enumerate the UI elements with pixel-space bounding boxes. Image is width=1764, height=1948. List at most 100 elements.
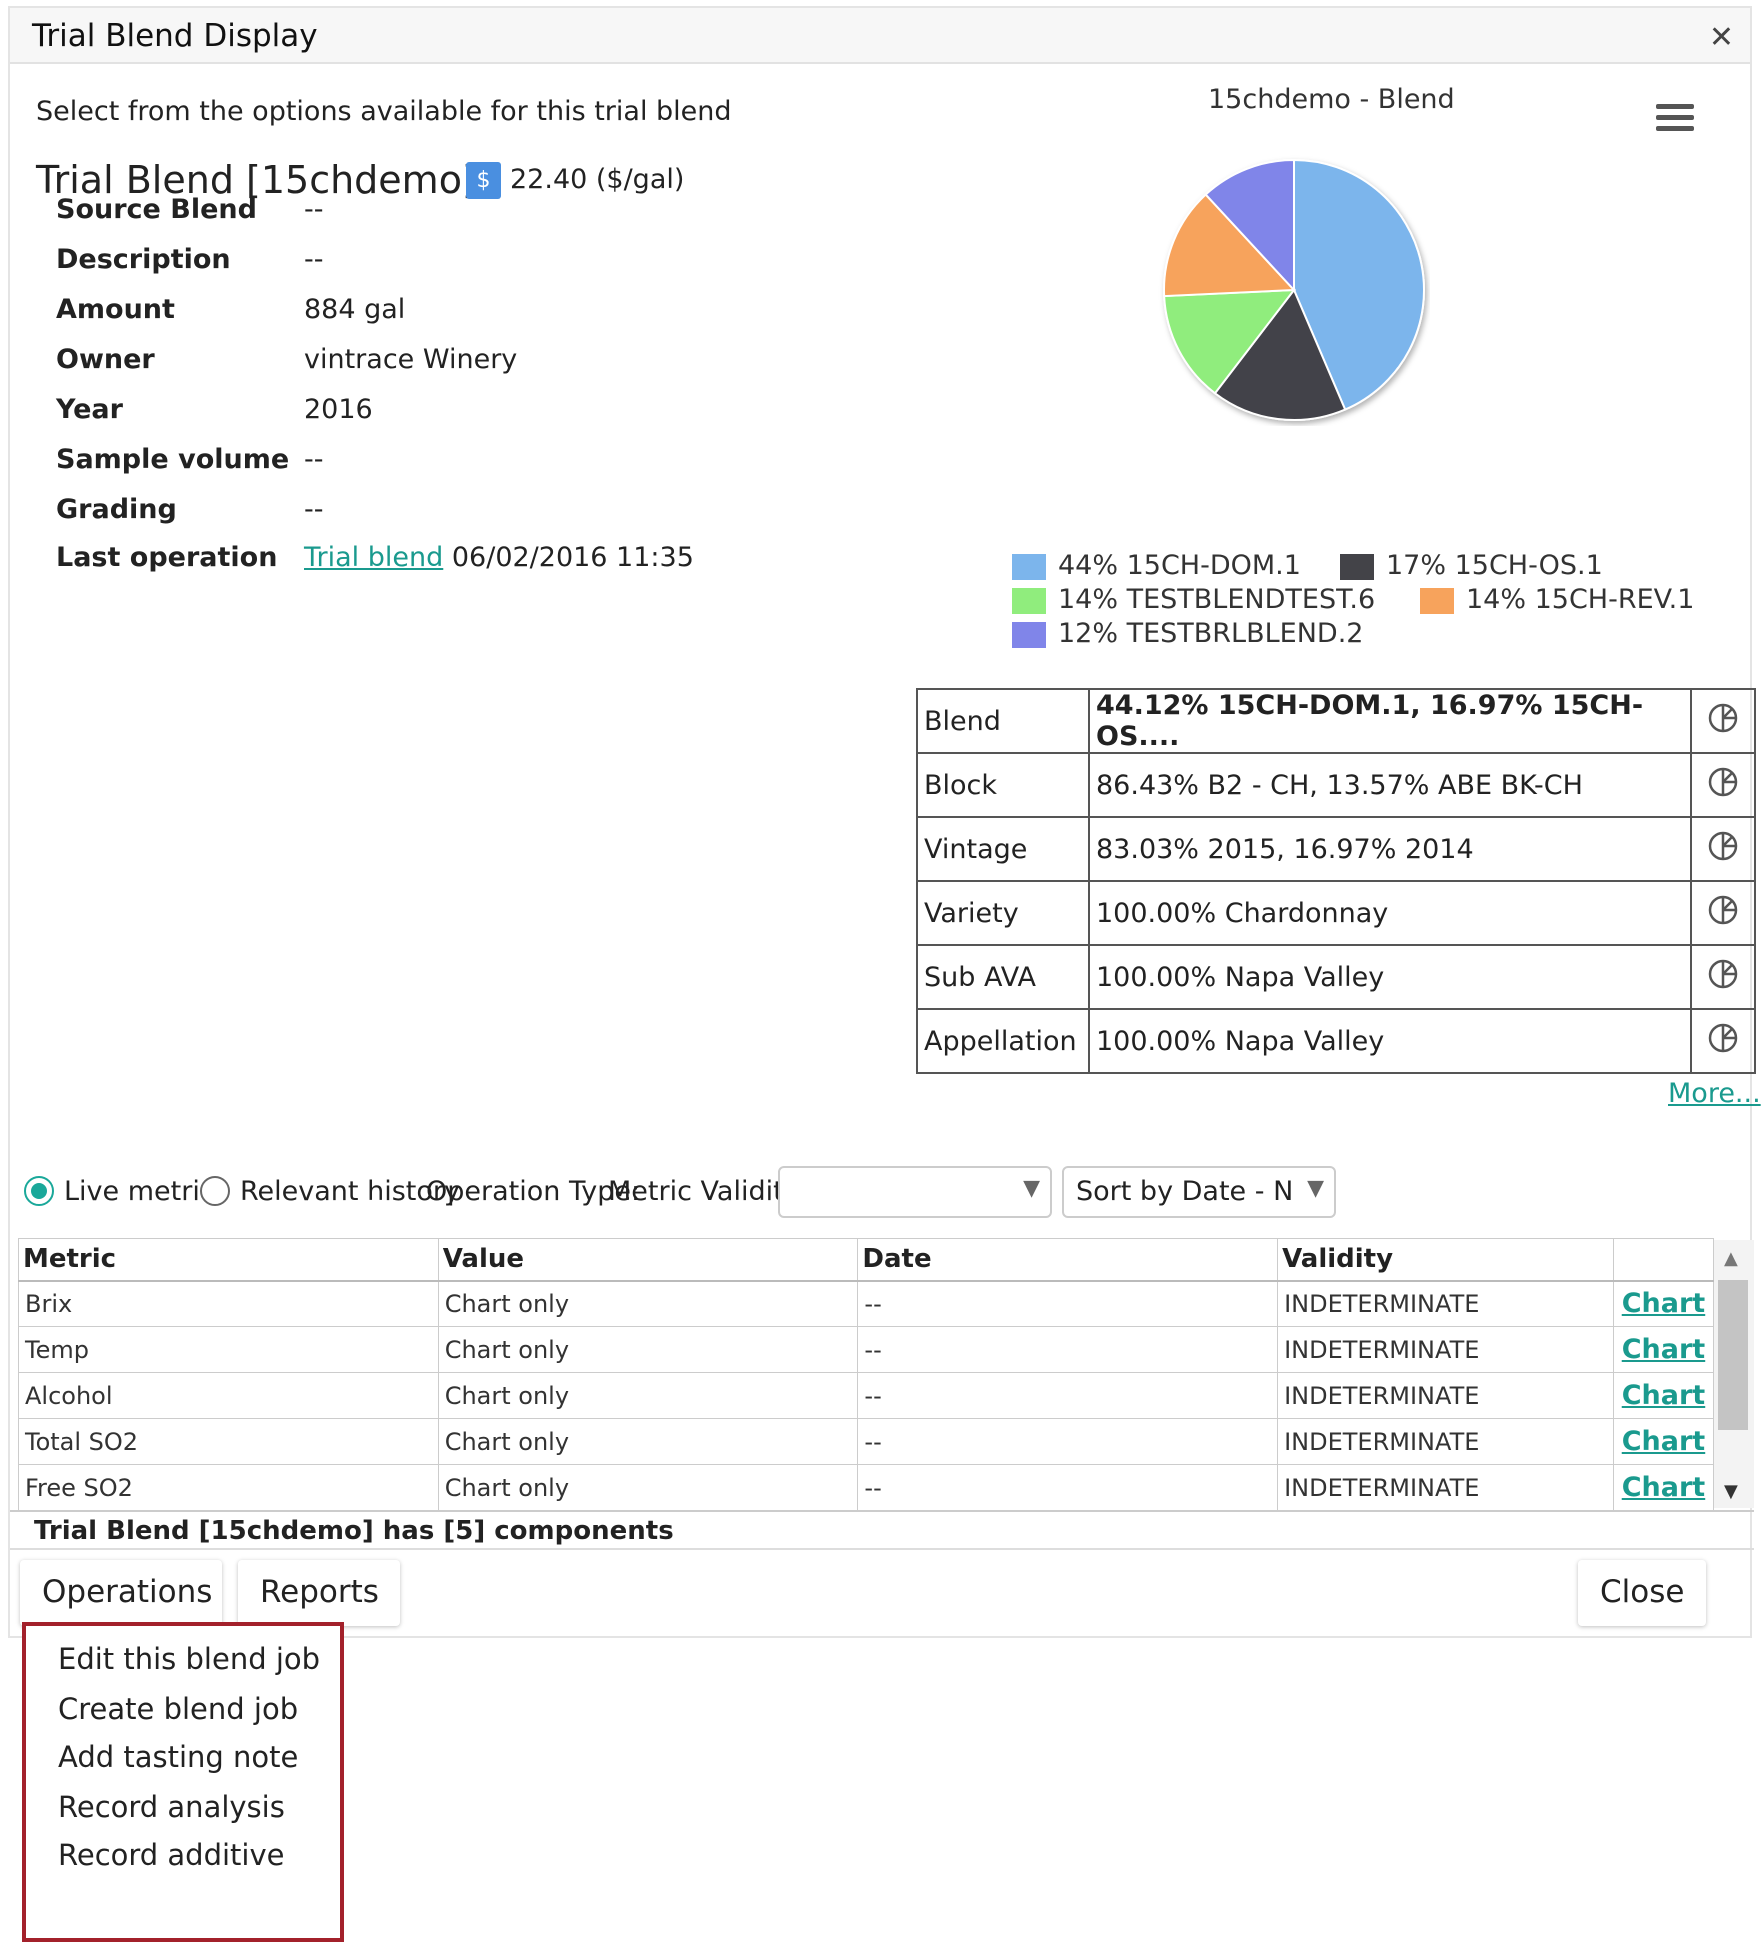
- metric-cell: Alcohol: [18, 1372, 439, 1419]
- column-header[interactable]: Metric: [18, 1238, 439, 1282]
- column-header[interactable]: Value: [437, 1238, 859, 1282]
- metric-cell: Free SO2: [18, 1464, 439, 1511]
- operations-button-label: Operations: [42, 1574, 213, 1610]
- scroll-thumb[interactable]: [1718, 1280, 1748, 1430]
- validity-cell: INDETERMINATE: [1277, 1418, 1614, 1465]
- column-header[interactable]: Date: [857, 1238, 1279, 1282]
- field-value: --: [304, 444, 324, 475]
- legend-item[interactable]: 44% 15CH-DOM.1: [1058, 550, 1301, 581]
- field-label: Owner: [56, 344, 155, 375]
- composition-key: Variety: [916, 880, 1090, 946]
- metrics-scrollbar[interactable]: ▲ ▼: [1714, 1240, 1754, 1508]
- chart-link[interactable]: Chart: [1622, 1288, 1705, 1319]
- cost-icon: $: [466, 162, 501, 199]
- operations-menu-item[interactable]: Edit this blend job: [58, 1642, 320, 1676]
- column-header[interactable]: [1612, 1238, 1715, 1282]
- validity-cell: INDETERMINATE: [1277, 1326, 1614, 1373]
- metric-validity-label: Metric Validity:: [608, 1176, 807, 1207]
- field-label: Grading: [56, 494, 177, 525]
- value-cell: Chart only: [437, 1464, 859, 1511]
- chart-link-cell: Chart: [1612, 1464, 1715, 1511]
- operations-menu-item[interactable]: Record analysis: [58, 1790, 285, 1824]
- chart-link[interactable]: Chart: [1622, 1380, 1705, 1411]
- pie-chart-icon[interactable]: [1690, 816, 1756, 882]
- scroll-up-icon[interactable]: ▲: [1724, 1248, 1738, 1269]
- table-row: Free SO2 Chart only -- INDETERMINATE Chart: [18, 1464, 1715, 1511]
- pie-chart-icon[interactable]: [1690, 752, 1756, 818]
- date-cell: --: [857, 1418, 1279, 1465]
- more-link[interactable]: More...: [1668, 1078, 1761, 1109]
- chart-link-cell: Chart: [1612, 1372, 1715, 1419]
- operations-menu-item[interactable]: Add tasting note: [58, 1740, 298, 1774]
- chart-link[interactable]: Chart: [1622, 1334, 1705, 1365]
- chart-link-cell: Chart: [1612, 1418, 1715, 1465]
- metric-validity-select[interactable]: ▼: [778, 1166, 1052, 1218]
- chart-link-cell: Chart: [1612, 1326, 1715, 1373]
- operations-button[interactable]: Operations: [20, 1560, 222, 1634]
- composition-key: Block: [916, 752, 1090, 818]
- last-operation-value: Trial blend 06/02/2016 11:35: [304, 542, 694, 573]
- blend-price: 22.40 ($/gal): [510, 164, 685, 195]
- date-cell: --: [857, 1326, 1279, 1373]
- metric-cell: Temp: [18, 1326, 439, 1373]
- metrics-table: Metric Value Date Validity Brix Chart only --…: [18, 1238, 1715, 1511]
- composition-key: Sub AVA: [916, 944, 1090, 1010]
- last-operation-label: Last operation: [56, 542, 278, 573]
- chart-link-cell: Chart: [1612, 1280, 1715, 1327]
- dropdown-arrow-icon: ▼: [1023, 1176, 1040, 1201]
- legend-swatch: [1420, 588, 1454, 614]
- date-cell: --: [857, 1372, 1279, 1419]
- sort-select[interactable]: Sort by Date - N ▼: [1062, 1166, 1336, 1218]
- trial-blend-dialog: Trial Blend Display ✕ Select from the op…: [8, 6, 1761, 1638]
- composition-table: Blend 44.12% 15CH-DOM.1, 16.97% 15CH-OS..…: [916, 688, 1756, 1074]
- chart-menu-icon[interactable]: [1656, 104, 1694, 134]
- field-value: --: [304, 244, 324, 275]
- dropdown-arrow-icon: ▼: [1307, 1176, 1324, 1201]
- relevant-history-radio[interactable]: [200, 1176, 230, 1206]
- operations-menu-item[interactable]: Create blend job: [58, 1692, 298, 1726]
- dialog-titlebar: Trial Blend Display ✕: [10, 8, 1750, 64]
- chart-link[interactable]: Chart: [1622, 1426, 1705, 1457]
- value-cell: Chart only: [437, 1418, 859, 1465]
- close-icon[interactable]: ✕: [1709, 20, 1734, 55]
- composition-key: Appellation: [916, 1008, 1090, 1074]
- legend-item[interactable]: 17% 15CH-OS.1: [1386, 550, 1603, 581]
- value-cell: Chart only: [437, 1326, 859, 1373]
- field-label: Sample volume: [56, 444, 290, 475]
- field-value: --: [304, 494, 324, 525]
- legend-item[interactable]: 14% TESTBLENDTEST.6: [1058, 584, 1375, 615]
- reports-button[interactable]: Reports: [238, 1560, 400, 1634]
- validity-cell: INDETERMINATE: [1277, 1372, 1614, 1419]
- pie-chart-icon[interactable]: [1690, 1008, 1756, 1074]
- composition-value: 86.43% B2 - CH, 13.57% ABE BK-CH: [1088, 752, 1692, 818]
- field-value: 2016: [304, 394, 373, 425]
- last-operation-link[interactable]: Trial blend: [304, 542, 443, 573]
- composition-key: Vintage: [916, 816, 1090, 882]
- legend-item[interactable]: 14% 15CH-REV.1: [1466, 584, 1694, 615]
- dialog-title: Trial Blend Display: [32, 18, 318, 54]
- composition-value: 44.12% 15CH-DOM.1, 16.97% 15CH-OS....: [1088, 688, 1692, 754]
- date-cell: --: [857, 1464, 1279, 1511]
- close-button[interactable]: Close: [1578, 1560, 1706, 1626]
- composition-key: Blend: [916, 688, 1090, 754]
- operations-menu-item[interactable]: Record additive: [58, 1838, 285, 1872]
- reports-button-label: Reports: [260, 1574, 379, 1610]
- legend-swatch: [1340, 554, 1374, 580]
- validity-cell: INDETERMINATE: [1277, 1280, 1614, 1327]
- chart-title: 15chdemo - Blend: [1208, 84, 1455, 115]
- scroll-down-icon[interactable]: ▼: [1724, 1481, 1738, 1502]
- pie-chart-icon[interactable]: [1690, 944, 1756, 1010]
- legend-item[interactable]: 12% TESTBRLBLEND.2: [1058, 618, 1363, 649]
- table-row: Temp Chart only -- INDETERMINATE Chart: [18, 1326, 1715, 1373]
- legend-swatch: [1012, 622, 1046, 648]
- field-value: 884 gal: [304, 294, 406, 325]
- column-header[interactable]: Validity: [1277, 1238, 1614, 1282]
- value-cell: Chart only: [437, 1280, 859, 1327]
- metric-cell: Total SO2: [18, 1418, 439, 1465]
- field-label: Source Blend: [56, 194, 257, 225]
- live-metrics-radio[interactable]: [24, 1176, 54, 1206]
- legend-swatch: [1012, 554, 1046, 580]
- chart-link[interactable]: Chart: [1622, 1472, 1705, 1503]
- pie-chart-icon[interactable]: [1690, 880, 1756, 946]
- pie-chart-icon[interactable]: [1690, 688, 1756, 754]
